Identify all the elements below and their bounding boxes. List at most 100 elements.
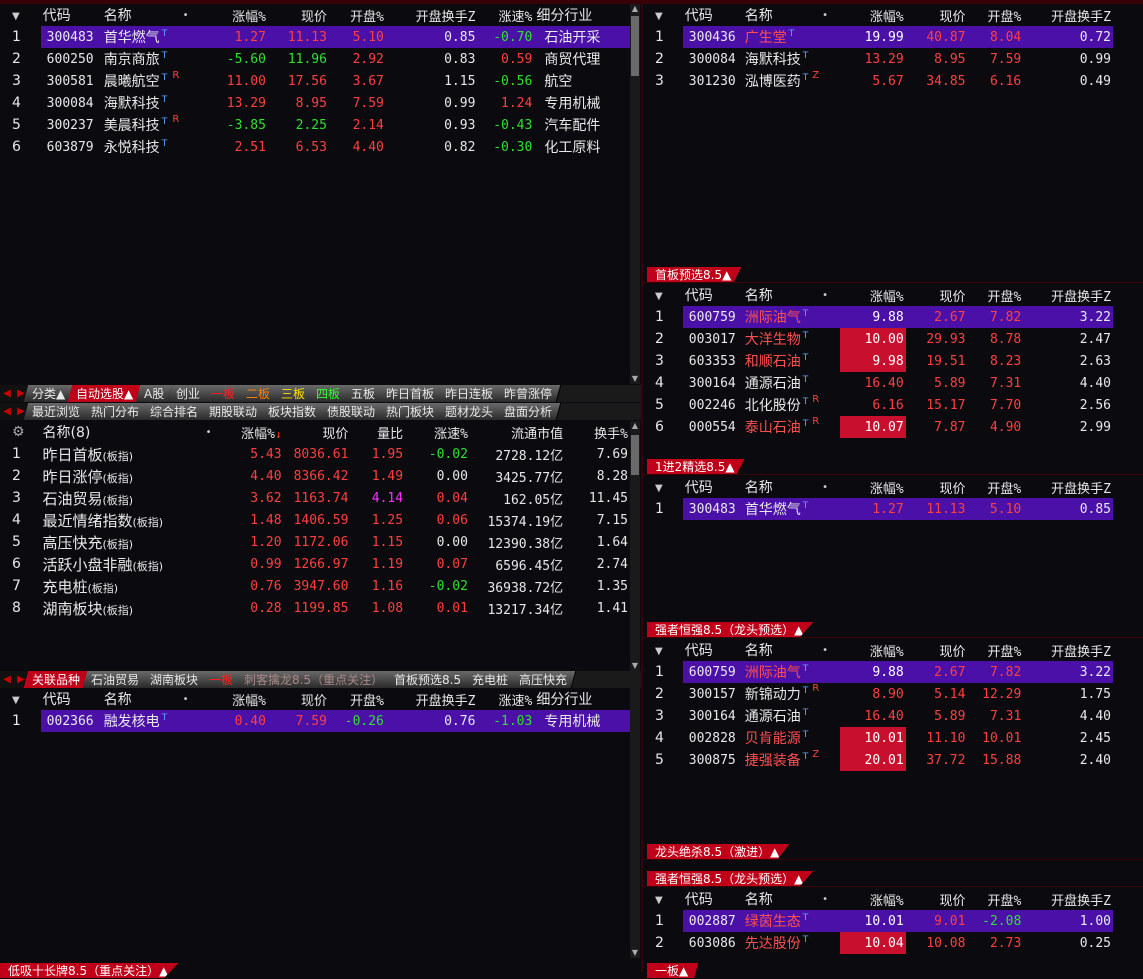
- tab-item[interactable]: 热门板块: [377, 403, 444, 420]
- column-header[interactable]: 代码: [683, 4, 743, 26]
- table-row[interactable]: 1 002366 融发核电 T 0.40 7.59 -0.26 0.76 -1.03 专用机械: [0, 710, 630, 732]
- column-header[interactable]: 现价: [906, 476, 968, 498]
- tab-item[interactable]: 盘面分析: [495, 403, 562, 420]
- column-header[interactable]: 涨幅%: [840, 4, 906, 26]
- column-header[interactable]: •: [196, 421, 220, 443]
- column-header[interactable]: 换手%: [565, 421, 630, 443]
- tab-item[interactable]: 昨曾涨停: [495, 385, 562, 402]
- table-row[interactable]: 7 充电桩(板指) 0.76 3947.60 1.16 -0.02 36938.72亿 1.3…: [0, 575, 630, 597]
- tab-item[interactable]: 刺客擒龙8.5（重点关注）: [235, 671, 393, 688]
- header-menu-icon[interactable]: ▼: [643, 4, 683, 26]
- column-header[interactable]: 量比: [350, 421, 405, 443]
- tab-item[interactable]: 湖南板块: [141, 671, 208, 688]
- table-row[interactable]: 5 高压快充(板指) 1.20 1172.06 1.15 0.00 12390.38亿 1.6…: [0, 531, 630, 553]
- panel-title[interactable]: 首板预选8.5▲: [647, 267, 742, 282]
- tab-item[interactable]: 题材龙头: [436, 403, 503, 420]
- table-row[interactable]: 4 002828 贝肯能源 T 10.01 11.10 10.01 2.45: [643, 727, 1113, 749]
- column-header[interactable]: •: [170, 4, 201, 26]
- header-menu-icon[interactable]: ▼: [643, 476, 683, 498]
- column-header[interactable]: 代码: [41, 4, 102, 26]
- table-row[interactable]: 2 003017 大洋生物 T 10.00 29.93 8.78 2.47: [643, 328, 1113, 350]
- column-header[interactable]: 涨幅%: [840, 888, 906, 910]
- column-header[interactable]: 开盘换手Z: [1023, 476, 1113, 498]
- table-row[interactable]: 4 300164 通源石油 T 16.40 5.89 7.31 4.40: [643, 372, 1113, 394]
- column-header[interactable]: 细分行业: [534, 688, 630, 710]
- sort-desc-icon[interactable]: ↓: [275, 428, 282, 441]
- tab-item[interactable]: 昨日连板: [436, 385, 503, 402]
- header-menu-icon[interactable]: ▼: [0, 4, 41, 26]
- panel-title[interactable]: 低吸十长牌8.5（重点关注）▲: [0, 963, 179, 978]
- column-header[interactable]: 涨速%: [405, 421, 470, 443]
- table-row[interactable]: 3 300164 通源石油 T 16.40 5.89 7.31 4.40: [643, 705, 1113, 727]
- table-row[interactable]: 1 600759 洲际油气 T 9.88 2.67 7.82 3.22: [643, 306, 1113, 328]
- tab-item[interactable]: 充电桩: [463, 671, 518, 688]
- column-header[interactable]: 现价: [906, 4, 968, 26]
- tab-item[interactable]: 期股联动: [200, 403, 267, 420]
- column-header[interactable]: 涨速%: [477, 688, 534, 710]
- column-header[interactable]: 代码: [683, 476, 743, 498]
- header-menu-icon[interactable]: ▼: [643, 639, 683, 661]
- arrow-left-icon[interactable]: ◀: [0, 671, 14, 688]
- column-header[interactable]: •: [170, 688, 201, 710]
- column-header[interactable]: 代码: [683, 284, 743, 306]
- table-row[interactable]: 3 300581 晨曦航空 T R 11.00 17.56 3.67 1.15 -0.56 航空: [0, 70, 630, 92]
- tab-item[interactable]: 昨日首板: [377, 385, 444, 402]
- tab-item[interactable]: 板块指数: [259, 403, 326, 420]
- tab-item[interactable]: 自动选股▲: [67, 385, 143, 402]
- column-header[interactable]: 涨幅%: [201, 4, 268, 26]
- column-header[interactable]: 涨幅%: [840, 476, 906, 498]
- table-row[interactable]: 2 600250 南京商旅 T -5.60 11.96 2.92 0.83 0.59 商贸代理: [0, 48, 630, 70]
- column-header[interactable]: 涨速%: [477, 4, 534, 26]
- column-header[interactable]: 现价: [284, 421, 351, 443]
- scrollbar[interactable]: ▼: [630, 688, 640, 958]
- tab-item[interactable]: 分类▲: [23, 385, 75, 402]
- column-header[interactable]: 代码: [683, 888, 743, 910]
- column-header[interactable]: 开盘%: [329, 688, 386, 710]
- table-row[interactable]: 3 301230 泓博医药 T Z 5.67 34.85 6.16 0.49: [643, 70, 1113, 92]
- column-header[interactable]: 涨幅%↓: [221, 421, 284, 443]
- column-header[interactable]: 名称(8): [41, 421, 197, 443]
- column-header[interactable]: 名称: [743, 4, 811, 26]
- scrollbar[interactable]: ▲ ▼: [630, 421, 640, 671]
- column-header[interactable]: 名称: [743, 284, 811, 306]
- panel-title[interactable]: 强者恒强8.5（龙头预选）▲: [647, 622, 814, 637]
- column-header[interactable]: 细分行业: [534, 4, 630, 26]
- tab-item[interactable]: 石油贸易: [82, 671, 149, 688]
- table-row[interactable]: 3 石油贸易(板指) 3.62 1163.74 4.14 0.04 162.05亿 11.45: [0, 487, 630, 509]
- column-header[interactable]: 现价: [906, 639, 968, 661]
- table-row[interactable]: 5 300875 捷强装备 T Z 20.01 37.72 15.88 2.40: [643, 749, 1113, 771]
- table-row[interactable]: 6 603879 永悦科技 T 2.51 6.53 4.40 0.82 -0.30 化工原料: [0, 136, 630, 158]
- column-header[interactable]: 开盘换手Z: [386, 4, 478, 26]
- column-header[interactable]: 流通市值: [470, 421, 565, 443]
- column-header[interactable]: 现价: [268, 4, 329, 26]
- arrow-left-icon[interactable]: ◀: [0, 403, 14, 420]
- table-row[interactable]: 1 300436 广生堂 T 19.99 40.87 8.04 0.72: [643, 26, 1113, 48]
- column-header[interactable]: 现价: [906, 888, 968, 910]
- column-header[interactable]: 名称: [743, 476, 811, 498]
- table-row[interactable]: 2 300084 海默科技 T 13.29 8.95 7.59 0.99: [643, 48, 1113, 70]
- column-header[interactable]: 开盘%: [967, 4, 1023, 26]
- column-header[interactable]: 涨幅%: [840, 284, 906, 306]
- column-header[interactable]: 开盘换手Z: [386, 688, 478, 710]
- tab-item[interactable]: 高压快充: [510, 671, 577, 688]
- column-header[interactable]: 开盘换手Z: [1023, 284, 1113, 306]
- column-header[interactable]: •: [810, 476, 840, 498]
- header-menu-icon[interactable]: ▼: [0, 688, 41, 710]
- column-header[interactable]: 名称: [102, 4, 171, 26]
- column-header[interactable]: •: [810, 639, 840, 661]
- column-header[interactable]: 开盘%: [967, 284, 1023, 306]
- panel-title[interactable]: 龙头绝杀8.5（激进）▲: [647, 844, 790, 859]
- table-row[interactable]: 8 湖南板块(板指) 0.28 1199.85 1.08 0.01 13217.34亿 1.4…: [0, 597, 630, 619]
- tab-item[interactable]: 首板预选8.5: [385, 671, 471, 688]
- table-row[interactable]: 1 300483 首华燃气 T 1.27 11.13 5.10 0.85 -0.70 石油开采: [0, 26, 630, 48]
- table-row[interactable]: 6 000554 泰山石油 T R 10.07 7.87 4.90 2.99: [643, 416, 1113, 438]
- table-row[interactable]: 1 600759 洲际油气 T 9.88 2.67 7.82 3.22: [643, 661, 1113, 683]
- column-header[interactable]: •: [810, 888, 840, 910]
- panel-title[interactable]: 一板▲: [647, 963, 699, 978]
- table-row[interactable]: 3 603353 和顺石油 T 9.98 19.51 8.23 2.63: [643, 350, 1113, 372]
- table-row[interactable]: 4 最近情绪指数(板指) 1.48 1406.59 1.25 0.06 15374.19亿 7…: [0, 509, 630, 531]
- column-header[interactable]: 开盘换手Z: [1023, 888, 1113, 910]
- column-header[interactable]: 现价: [906, 284, 968, 306]
- tab-item[interactable]: 最近浏览: [23, 403, 90, 420]
- header-menu-icon[interactable]: ▼: [643, 284, 683, 306]
